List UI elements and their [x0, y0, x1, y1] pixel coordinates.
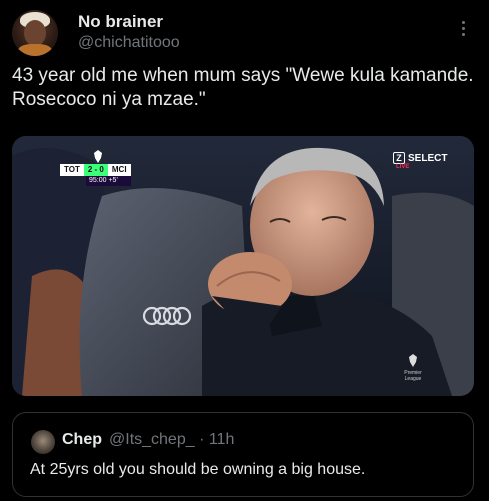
match-clock: 95:00 +5'	[86, 176, 131, 186]
premier-league-lion-icon	[409, 354, 417, 367]
author-display-name[interactable]: No brainer	[78, 12, 180, 32]
quoted-post-card[interactable]: Chep @Its_chep_ · 11h At 25yrs old you s…	[12, 412, 474, 497]
premier-league-icon	[92, 150, 104, 164]
select-z-icon: Z	[393, 152, 405, 164]
quoted-author-handle-time[interactable]: @Its_chep_ · 11h	[109, 431, 234, 449]
author-handle[interactable]: @chichatitooo	[78, 32, 180, 54]
post-text: 43 year old me when mum says "Wewe kula …	[12, 65, 474, 110]
watermark-text: Premier League	[404, 370, 422, 382]
premier-league-watermark: Premier League	[398, 354, 428, 382]
match-score: 2 - 0	[83, 164, 108, 176]
author-avatar[interactable]	[12, 10, 58, 56]
post-header: No brainer @chichatitooo	[12, 10, 477, 56]
live-badge: LIVE	[396, 164, 410, 170]
quoted-author-avatar[interactable]	[31, 430, 55, 454]
away-team: MCI	[107, 164, 131, 176]
avatar-face	[24, 20, 46, 46]
author-names[interactable]: No brainer @chichatitooo	[78, 12, 180, 54]
scorebug: TOT 2 - 0 MCI 95:00 +5'	[60, 164, 131, 186]
quoted-post-text: At 25yrs old you should be owning a big …	[30, 461, 366, 478]
broadcaster-logo: Z SELECT LIVE	[393, 152, 447, 178]
home-team: TOT	[60, 164, 84, 176]
more-options-icon[interactable]	[453, 16, 473, 40]
quoted-author-name[interactable]: Chep	[62, 431, 102, 449]
broadcaster-name: SELECT	[408, 152, 448, 164]
avatar-shirt	[18, 44, 52, 56]
